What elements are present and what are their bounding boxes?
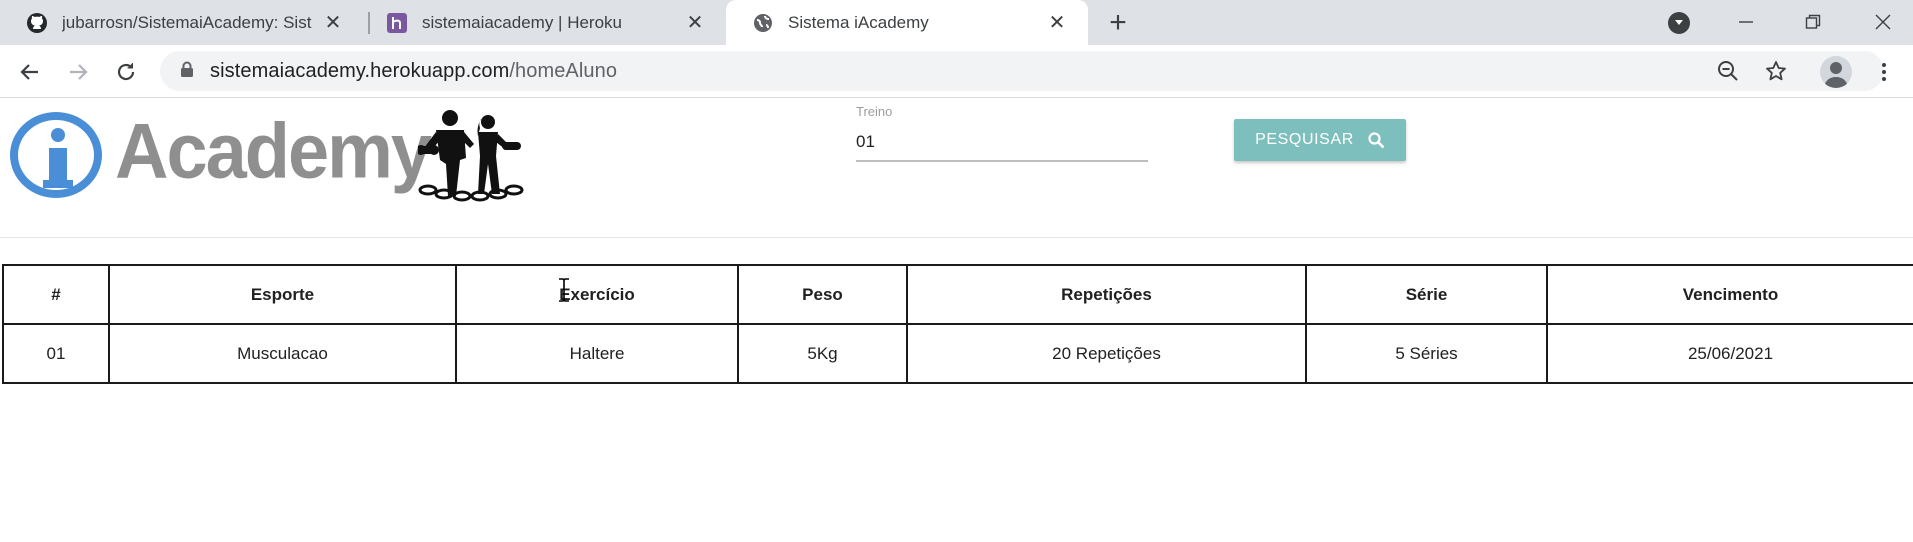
treino-label: Treino [856, 104, 893, 119]
col-header-serie: Série [1305, 264, 1548, 325]
table-header-row: # Esporte Exercício Peso Repetições Séri… [2, 264, 1913, 325]
globe-icon [752, 12, 774, 34]
close-icon[interactable]: ✕ [684, 11, 706, 34]
col-header-exercicio: Exercício [455, 264, 739, 325]
close-icon[interactable]: ✕ [322, 11, 344, 34]
table-cell: Haltere [455, 323, 739, 384]
close-icon[interactable]: ✕ [1046, 11, 1068, 34]
table-cell: 5Kg [737, 323, 908, 384]
plus-icon[interactable]: + [1104, 6, 1132, 39]
col-header-esporte: Esporte [108, 264, 457, 325]
divider [0, 237, 1913, 238]
col-header-vencimento: Vencimento [1546, 264, 1913, 325]
address-bar[interactable]: sistemaiacademy.herokuapp.com/homeAluno [160, 51, 1884, 91]
col-header-peso: Peso [737, 264, 908, 325]
tab-strip: jubarrosn/SistemaiAcademy: Sist ✕ sistem… [0, 0, 1913, 45]
treino-input[interactable] [856, 120, 1148, 162]
table-row: 01 Musculacao Haltere 5Kg 20 Repetições … [2, 323, 1913, 384]
text-cursor-icon [559, 278, 569, 302]
search-icon [1368, 131, 1385, 148]
athletes-icon [418, 110, 524, 202]
tab-title: jubarrosn/SistemaiAcademy: Sist [62, 12, 312, 32]
search-button-label: PESQUISAR [1255, 131, 1354, 148]
logo: Academy [10, 108, 530, 203]
tab-title: sistemaiacademy | Heroku [422, 12, 622, 32]
github-icon [26, 12, 48, 34]
forward-icon[interactable] [64, 58, 92, 86]
browser-toolbar: sistemaiacademy.herokuapp.com/homeAluno [0, 45, 1913, 98]
back-icon[interactable] [16, 58, 44, 86]
heroku-icon [386, 12, 408, 34]
table-cell: 20 Repetições [906, 323, 1307, 384]
col-header-repeticoes: Repetições [906, 264, 1307, 325]
tab-iacademy[interactable]: Sistema iAcademy ✕ [726, 0, 1088, 45]
url-host: sistemaiacademy.herokuapp.com [210, 59, 510, 82]
info-i-icon [10, 112, 102, 198]
reload-icon[interactable] [112, 58, 140, 86]
logo-text: Academy [115, 106, 432, 195]
table-cell: 5 Séries [1305, 323, 1548, 384]
workout-table: # Esporte Exercício Peso Repetições Séri… [2, 264, 1913, 384]
minimize-icon[interactable] [1731, 8, 1761, 36]
tab-search-icon[interactable] [1668, 12, 1690, 34]
url-text[interactable]: sistemaiacademy.herokuapp.com/homeAluno [210, 60, 617, 83]
restore-icon[interactable] [1798, 8, 1828, 36]
star-icon[interactable] [1764, 59, 1788, 83]
table-cell: Musculacao [108, 323, 457, 384]
menu-icon[interactable] [1872, 58, 1896, 86]
tab-title: Sistema iAcademy [788, 12, 929, 32]
url-path: /homeAluno [509, 59, 618, 82]
profile-icon[interactable] [1820, 56, 1852, 88]
table-cell: 25/06/2021 [1546, 323, 1913, 384]
tab-heroku[interactable]: sistemaiacademy | Heroku ✕ [360, 0, 726, 45]
zoom-out-icon[interactable] [1716, 59, 1740, 83]
table-cell: 01 [2, 323, 110, 384]
treino-field: Treino [856, 104, 1148, 162]
col-header-id: # [2, 264, 110, 325]
search-button[interactable]: PESQUISAR [1234, 119, 1406, 161]
tab-github[interactable]: jubarrosn/SistemaiAcademy: Sist ✕ [0, 0, 364, 45]
close-icon[interactable] [1868, 8, 1898, 36]
lock-icon[interactable] [180, 61, 194, 82]
